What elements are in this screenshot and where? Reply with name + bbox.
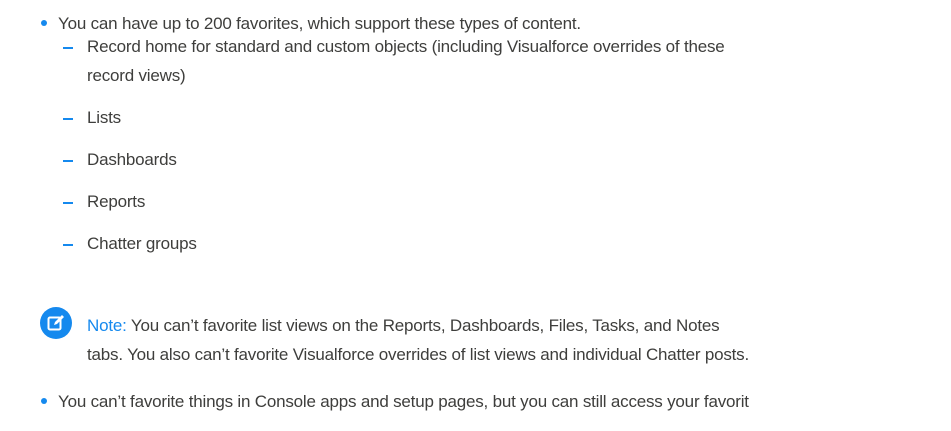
- dash-icon: [63, 118, 73, 120]
- dash-icon: [63, 202, 73, 204]
- document-page: You can have up to 200 favorites, which …: [0, 0, 951, 431]
- dash-icon: [63, 160, 73, 162]
- note-text: You can’t favorite list views on the Rep…: [130, 316, 720, 335]
- note-line-1: Note: You can’t favorite list views on t…: [87, 311, 720, 340]
- bullet-text-console-apps: You can’t favorite things in Console app…: [58, 392, 749, 411]
- note-label: Note:: [87, 316, 127, 335]
- sub-item-chatter-groups: Chatter groups: [87, 234, 197, 253]
- sub-item-record-home: Record home for standard and custom obje…: [87, 37, 725, 56]
- bullet-dot-icon: [41, 20, 47, 26]
- note-edit-icon: [40, 307, 72, 339]
- sub-item-lists: Lists: [87, 108, 121, 127]
- sub-item-reports: Reports: [87, 192, 146, 211]
- sub-item-record-home-cont: record views): [87, 66, 186, 85]
- note-line-2: tabs. You also can’t favorite Visualforc…: [87, 345, 749, 364]
- dash-icon: [63, 244, 73, 246]
- sub-item-dashboards: Dashboards: [87, 150, 177, 169]
- dash-icon: [63, 47, 73, 49]
- bullet-dot-icon: [41, 398, 47, 404]
